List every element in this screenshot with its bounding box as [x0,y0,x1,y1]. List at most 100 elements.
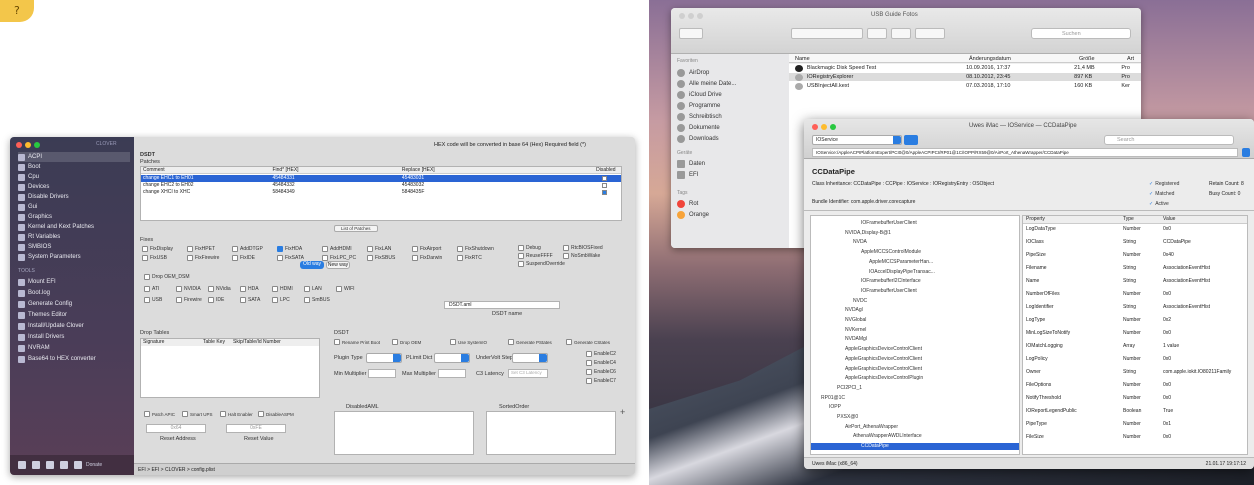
zoom-button[interactable] [34,142,40,148]
column-header[interactable]: Property [1023,216,1123,223]
drop-checkbox[interactable]: SmBUS [304,297,330,303]
drop-checkbox[interactable]: Firewire [176,297,202,303]
tree-node[interactable]: NVIDA,Display-B@1 [845,230,891,237]
fix-checkbox[interactable]: FixHDA [277,246,302,252]
drop-checkbox[interactable]: HDMI [272,286,293,292]
tree-node[interactable]: AppleGraphicsDeviceControlPlugin [845,375,923,382]
share-icon[interactable] [60,461,68,469]
column-header[interactable]: Disabled [596,167,621,173]
sidebar-item[interactable]: System Parameters [18,252,130,262]
table-row[interactable]: change XHCI to XHC 58484349 5848435F [141,189,621,196]
property-row[interactable]: NumberOfFiles Number 0x0 [1023,291,1247,299]
minimize-button[interactable] [25,142,31,148]
file-row[interactable]: USBInjectAll.kext 07.03.2018, 17:10 160 KB… [789,82,1141,90]
tree-node[interactable]: IOAccelDisplayPipeTransac... [869,269,935,276]
c3-latency-field[interactable]: Set C3 Latency [508,369,548,378]
path-dropdown-icon[interactable] [1242,148,1250,157]
dsdt-option-checkbox[interactable]: Generate PStates [508,339,552,345]
drop-checkbox[interactable]: ATI [144,286,159,292]
fix-checkbox[interactable]: FixDisplay [142,246,173,252]
finder-search-input[interactable]: Suchen [1031,28,1131,39]
tools-item[interactable]: Install Drivers [18,332,130,342]
minimize-button[interactable] [688,13,694,19]
old-way-button[interactable]: Old way [300,261,324,269]
column-header[interactable]: Find* [HEX] [272,167,401,173]
tree-node[interactable]: IOFramebufferUserClient [861,220,917,227]
tools-item[interactable]: Themes Editor [18,310,130,320]
fix-checkbox[interactable]: FixDarwin [412,255,442,261]
home-icon[interactable] [46,461,54,469]
property-row[interactable]: LogDataType Number 0x0 [1023,226,1247,234]
sidebar-item[interactable]: ACPI [18,152,130,162]
reset-value-field[interactable]: 0xFE [226,424,286,433]
sidebar-item[interactable]: Kernel and Kext Patches [18,222,130,232]
tree-node[interactable]: AthenaWrapperAWDLInterface [853,433,922,440]
disabled-checkbox[interactable] [596,175,621,182]
finder-device-item[interactable]: EFI [677,171,698,179]
finder-sidebar-item[interactable]: AirDrop [677,69,709,77]
tree-node[interactable]: IOFramebufferI2CInterface [861,278,921,285]
sorted-order-list[interactable] [486,411,616,455]
finder-sidebar-item[interactable]: Dokumente [677,124,720,132]
sidebar-item[interactable]: Devices [18,182,130,192]
properties-table[interactable]: Property Type Value LogDataType Number 0x0… [1022,215,1248,455]
tools-item[interactable]: Boot.log [18,288,130,298]
tree-node[interactable]: AppleMCCSControlModule [861,249,921,256]
sidebar-item[interactable]: Graphics [18,212,130,222]
drop-checkbox[interactable]: HDA [240,286,259,292]
tree-node[interactable]: CCDataPipe [811,443,1019,451]
drop-tables-table[interactable]: Signature Table Key Skip/Table/Id Number [140,338,320,398]
drop-checkbox[interactable]: LPC [272,297,290,303]
property-row[interactable]: LogType Number 0x2 [1023,317,1247,325]
tree-node[interactable]: AppleGraphicsDeviceControlClient [845,366,922,373]
tree-node[interactable]: NVDAMgl [845,336,867,343]
fix-checkbox[interactable]: FixRTC [457,255,482,261]
tree-node[interactable]: NVDAgl [845,307,863,314]
help-icon[interactable]: ? [0,0,34,22]
donate-label[interactable]: Donate [86,462,102,468]
fix-checkbox[interactable]: FixIDE [232,255,255,261]
sidebar-item[interactable]: Disable Drivers [18,192,130,202]
tree-node[interactable]: AppleGraphicsDeviceControlClient [845,356,922,363]
tree-node[interactable]: NVKernel [845,327,866,334]
minimize-button[interactable] [821,124,827,130]
sidebar-item[interactable]: Gui [18,202,130,212]
column-header[interactable]: Table Key [203,339,233,346]
property-row[interactable]: Owner String com.apple.iokit.IO80211Family [1023,369,1247,377]
file-row[interactable]: Blackmagic Disk Speed Test 10.09.2016, 17… [789,64,1141,72]
tree-node[interactable]: AirPort_AthenaWrapper [845,424,898,431]
dsdt-option-checkbox[interactable]: Drop OEM [392,339,421,345]
undervolt-dropdown[interactable] [512,353,548,363]
tree-node[interactable]: NVGlobal [845,317,866,324]
finder-sidebar-item[interactable]: Downloads [677,135,719,143]
finder-sidebar-item[interactable]: Programme [677,102,720,110]
property-row[interactable]: FileOptions Number 0x0 [1023,382,1247,390]
file-row[interactable]: IORegistryExplorer 08.10.2012, 23:45 897 K… [789,73,1141,81]
path-field[interactable]: IOService:/AppleACPIPlatformExpert/PCI0@… [812,148,1238,157]
fix-checkbox[interactable]: AddDTGP [232,246,263,252]
enable-c-checkbox[interactable]: EnableC4 [586,360,616,366]
plugin-type-dropdown[interactable] [366,353,402,363]
view-toggle-icon[interactable] [904,135,918,145]
option-checkbox[interactable]: Halt Enabler [220,411,253,417]
finder-device-item[interactable]: Daten [677,160,705,168]
drop-oem-dsm-checkbox[interactable]: Drop OEM_DSM [144,274,190,280]
drop-checkbox[interactable]: NVidia [208,286,231,292]
fix-checkbox[interactable]: FixSBUS [367,255,395,261]
tools-item[interactable]: Base64 to HEX converter [18,354,130,364]
tree-node[interactable]: PCI2PCI_1 [837,385,862,392]
reset-address-field[interactable]: 0x64 [146,424,206,433]
fix-checkbox[interactable]: ReuseFFFF [518,253,553,259]
disabled-aml-list[interactable] [334,411,474,455]
table-row[interactable]: change EHC1 to EH01 45484331 45483031 [141,175,621,182]
property-row[interactable]: MinLogSizeToNotify Number 0x0 [1023,330,1247,338]
close-button[interactable] [16,142,22,148]
back-forward-button[interactable] [679,28,703,39]
list-of-patches-button[interactable]: List of Patches [334,225,378,232]
tree-node[interactable]: IOFramebufferUserClient [861,288,917,295]
tools-item[interactable]: Generate Config [18,299,130,309]
drop-checkbox[interactable]: NVIDIA [176,286,201,292]
property-row[interactable]: IOReportLegendPublic Boolean True [1023,408,1247,416]
drop-checkbox[interactable]: USB [144,297,162,303]
tree-node[interactable]: AppleMCCSParameterHan... [869,259,933,266]
